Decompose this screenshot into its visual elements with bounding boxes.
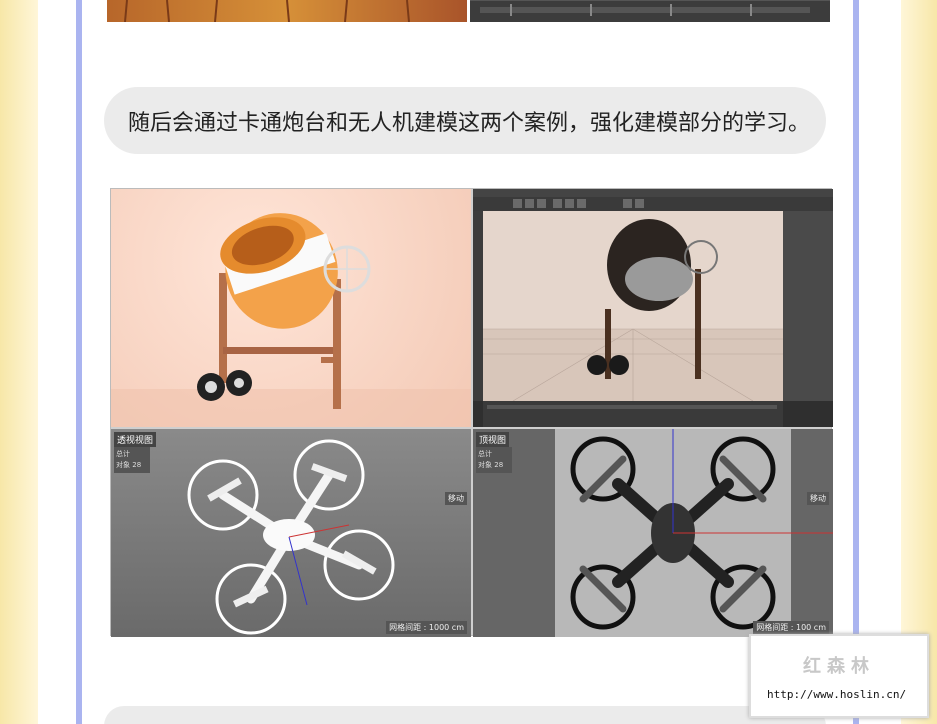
- drone-wireframe-model: [555, 429, 833, 637]
- next-caption-bubble: [104, 706, 826, 724]
- caption-text: 随后会通过卡通炮台和无人机建模这两个案例，强化建模部分的学习。: [128, 110, 811, 136]
- drone-white-model: [187, 439, 395, 635]
- watermark-url: http://www.hoslin.cn/: [767, 688, 907, 701]
- wood-texture-strip: [124, 0, 410, 23]
- grid-spacing-right: 网格间距 : 100 cm: [753, 621, 829, 634]
- cinema4d-interface: [473, 189, 833, 427]
- site-watermark: 红森林 http://www.hoslin.cn/: [749, 634, 929, 718]
- previous-image-right: [470, 0, 830, 22]
- right-decor-strip: [901, 0, 937, 724]
- section-caption: 随后会通过卡通炮台和无人机建模这两个案例，强化建模部分的学习。: [104, 87, 826, 154]
- render-mixer: [111, 189, 471, 427]
- watermark-title: 红森林: [803, 656, 875, 677]
- left-decor-strip: [0, 0, 38, 724]
- drone-perspective-view: 透视视图 总计 对象 28 移动 网格间距 : 1000 cm: [111, 429, 471, 637]
- editor-mixer: [473, 189, 833, 427]
- timeline-strip: [480, 4, 810, 16]
- drone-top-view: 顶视图 总计 对象 28 移动 网格间距 : 100 cm: [473, 429, 833, 637]
- move-tool-label-top[interactable]: 移动: [807, 492, 829, 505]
- left-blue-border: [76, 0, 82, 724]
- cement-mixer-render: [111, 213, 471, 427]
- right-blue-border: [853, 0, 859, 724]
- screenshot-grid: 透视视图 总计 对象 28 移动 网格间距 : 1000 cm 顶视图 总计 对…: [110, 188, 833, 637]
- previous-image-left: [107, 0, 467, 23]
